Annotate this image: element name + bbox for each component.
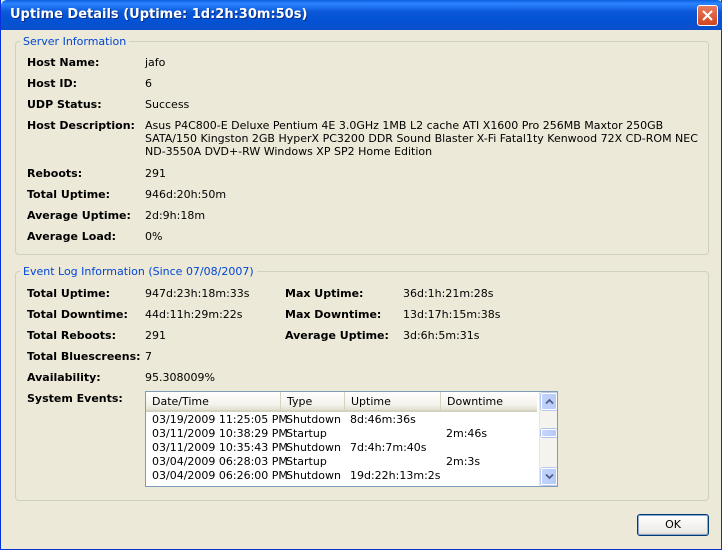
type-cell: Shutdown (286, 413, 341, 426)
chevron-down-icon (545, 473, 554, 480)
window-title: Uptime Details (Uptime: 1d:2h:30m:50s) (10, 7, 308, 22)
ok-button[interactable]: OK (637, 514, 709, 536)
downtime-cell: 2m:46s (446, 427, 488, 440)
column-header-downtime[interactable]: Downtime (441, 392, 537, 412)
event-total-uptime-value: 947d:23h:18m:33s (145, 287, 250, 300)
chevron-up-icon (545, 398, 554, 405)
udp-status-label: UDP Status: (27, 98, 102, 111)
event-total-bluescreens-label: Total Bluescreens: (27, 350, 141, 363)
column-header-datetime[interactable]: Date/Time (146, 392, 281, 412)
host-description-value: Asus P4C800-E Deluxe Pentium 4E 3.0GHz 1… (145, 119, 698, 158)
host-id-value: 6 (145, 77, 152, 90)
event-availability-label: Availability: (27, 371, 101, 384)
event-total-bluescreens-value: 7 (145, 350, 152, 363)
event-total-downtime-label: Total Downtime: (27, 308, 128, 321)
scroll-up-button[interactable] (541, 393, 557, 410)
event-total-uptime-label: Total Uptime: (27, 287, 111, 300)
close-button[interactable] (697, 5, 718, 26)
event-total-downtime-value: 44d:11h:29m:22s (145, 308, 243, 321)
datetime-cell: 03/19/2009 11:25:05 PM (152, 413, 288, 426)
average-load-label: Average Load: (27, 230, 117, 243)
event-availability-value: 95.308009% (145, 371, 215, 384)
server-information-legend: Server Information (20, 35, 130, 48)
scroll-down-button[interactable] (541, 468, 557, 485)
datetime-cell: 03/04/2009 06:26:00 PM (152, 469, 288, 482)
event-max-uptime-value: 36d:1h:21m:28s (403, 287, 494, 300)
datetime-cell: 03/11/2009 10:38:29 PM (152, 427, 288, 440)
table-row[interactable]: 03/11/2009 10:35:43 PM Shutdown 7d:4h:7m… (146, 441, 537, 455)
event-max-downtime-value: 13d:17h:15m:38s (403, 308, 501, 321)
scroll-thumb[interactable] (541, 429, 557, 438)
table-row[interactable]: 03/11/2009 10:38:29 PM Startup 2m:46s (146, 427, 537, 441)
host-description-label: Host Description: (27, 119, 135, 132)
host-name-label: Host Name: (27, 56, 100, 69)
event-total-reboots-label: Total Reboots: (27, 329, 117, 342)
column-header-uptime[interactable]: Uptime (345, 392, 441, 412)
system-events-label: System Events: (27, 392, 123, 405)
uptime-details-dialog: Uptime Details (Uptime: 1d:2h:30m:50s) S… (0, 0, 722, 550)
average-uptime-label: Average Uptime: (27, 209, 131, 222)
host-name-value: jafo (145, 56, 166, 69)
vertical-scrollbar[interactable] (539, 392, 557, 486)
system-events-list[interactable]: Date/Time Type Uptime Downtime 03/19/200… (145, 391, 558, 487)
reboots-value: 291 (145, 167, 166, 180)
average-load-value: 0% (145, 230, 163, 243)
average-uptime-value: 2d:9h:18m (145, 209, 206, 222)
event-total-reboots-value: 291 (145, 329, 166, 342)
event-max-uptime-label: Max Uptime: (285, 287, 364, 300)
close-icon (702, 10, 713, 21)
host-id-label: Host ID: (27, 77, 78, 90)
event-average-uptime-label: Average Uptime: (285, 329, 389, 342)
udp-status-value: Success (145, 98, 190, 111)
type-cell: Startup (286, 427, 327, 440)
type-cell: Shutdown (286, 441, 341, 454)
event-average-uptime-value: 3d:6h:5m:31s (403, 329, 480, 342)
datetime-cell: 03/11/2009 10:35:43 PM (152, 441, 288, 454)
column-header-type[interactable]: Type (281, 392, 345, 412)
type-cell: Shutdown (286, 469, 341, 482)
datetime-cell: 03/04/2009 06:28:03 PM (152, 455, 288, 468)
reboots-label: Reboots: (27, 167, 83, 180)
event-log-information-legend: Event Log Information (Since 07/08/2007) (20, 265, 257, 278)
total-uptime-value: 946d:20h:50m (145, 188, 227, 201)
total-uptime-label: Total Uptime: (27, 188, 111, 201)
table-row[interactable]: 03/04/2009 06:28:03 PM Startup 2m:3s (146, 455, 537, 469)
downtime-cell: 2m:3s (446, 455, 481, 468)
uptime-cell: 7d:4h:7m:40s (350, 441, 427, 454)
table-row[interactable]: 03/04/2009 06:26:00 PM Shutdown 19d:22h:… (146, 469, 537, 483)
event-max-downtime-label: Max Downtime: (285, 308, 382, 321)
system-events-header: Date/Time Type Uptime Downtime (146, 392, 537, 412)
uptime-cell: 8d:46m:36s (350, 413, 416, 426)
type-cell: Startup (286, 455, 327, 468)
uptime-cell: 19d:22h:13m:2s (350, 469, 441, 482)
title-bar[interactable]: Uptime Details (Uptime: 1d:2h:30m:50s) (1, 0, 722, 30)
table-row[interactable]: 03/19/2009 11:25:05 PM Shutdown 8d:46m:3… (146, 413, 537, 427)
